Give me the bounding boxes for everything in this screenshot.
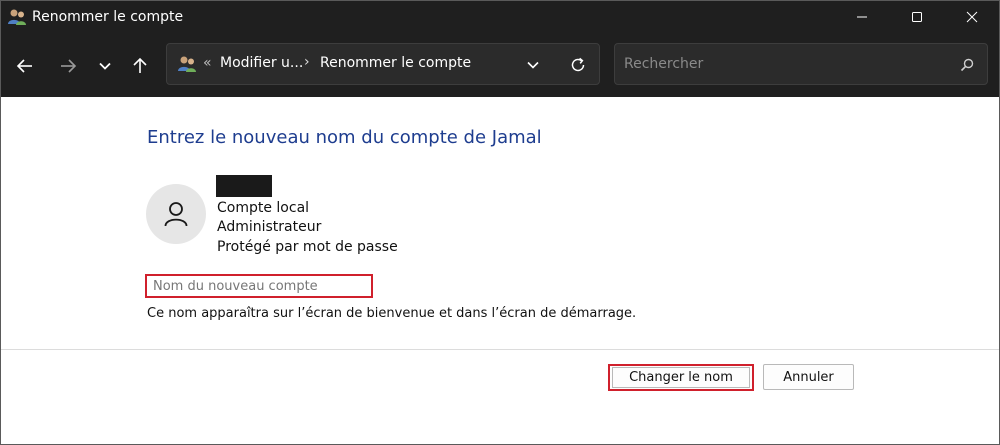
avatar <box>146 184 206 244</box>
refresh-button[interactable] <box>567 54 589 76</box>
window-title: Renommer le compte <box>32 9 184 25</box>
minimize-icon <box>857 16 867 18</box>
back-button[interactable] <box>12 53 38 79</box>
redacted-account-name <box>216 175 272 197</box>
search-input[interactable] <box>615 44 945 84</box>
arrow-right-icon <box>61 59 77 73</box>
close-icon <box>966 11 978 23</box>
navigation-bar: « Modifier u... › Renommer le compte <box>1 33 999 97</box>
address-history-dropdown[interactable] <box>523 55 543 75</box>
search-box[interactable] <box>614 43 988 85</box>
change-name-button-label: Changer le nom <box>612 367 750 388</box>
user-icon <box>164 202 188 227</box>
chevron-down-icon <box>99 62 111 70</box>
maximize-button[interactable] <box>894 1 940 33</box>
breadcrumb-separator[interactable]: › <box>304 54 310 70</box>
page-title: Entrez le nouveau nom du compte de Jamal <box>147 127 542 148</box>
change-name-button[interactable]: Changer le nom <box>608 364 754 391</box>
divider <box>1 349 999 350</box>
close-button[interactable] <box>949 1 995 33</box>
address-bar[interactable]: « Modifier u... › Renommer le compte <box>166 43 600 85</box>
breadcrumb-overflow-button[interactable]: « <box>203 55 212 71</box>
breadcrumb-item-modify-account[interactable]: Modifier u... <box>220 55 303 71</box>
maximize-icon <box>912 12 922 22</box>
account-protection: Protégé par mot de passe <box>217 239 398 255</box>
users-icon <box>7 8 27 26</box>
minimize-button[interactable] <box>839 1 885 33</box>
refresh-icon <box>571 57 585 72</box>
up-button[interactable] <box>127 53 153 79</box>
account-type: Compte local <box>217 200 310 216</box>
account-role: Administrateur <box>217 219 322 235</box>
users-icon <box>177 55 197 73</box>
new-account-name-input[interactable] <box>145 274 373 298</box>
forward-button[interactable] <box>55 53 81 79</box>
chevron-down-icon <box>527 61 539 69</box>
breadcrumb-item-rename-account[interactable]: Renommer le compte <box>320 55 471 71</box>
title-bar: Renommer le compte <box>1 1 999 33</box>
search-icon[interactable] <box>957 55 977 75</box>
arrow-left-icon <box>16 59 32 73</box>
cancel-button[interactable]: Annuler <box>763 364 854 390</box>
name-hint-text: Ce nom apparaîtra sur l’écran de bienven… <box>147 306 637 321</box>
rename-account-window: Renommer le compte « Modifier u... › Ren… <box>0 0 1000 445</box>
arrow-up-icon <box>133 57 147 73</box>
recent-locations-button[interactable] <box>92 53 118 79</box>
